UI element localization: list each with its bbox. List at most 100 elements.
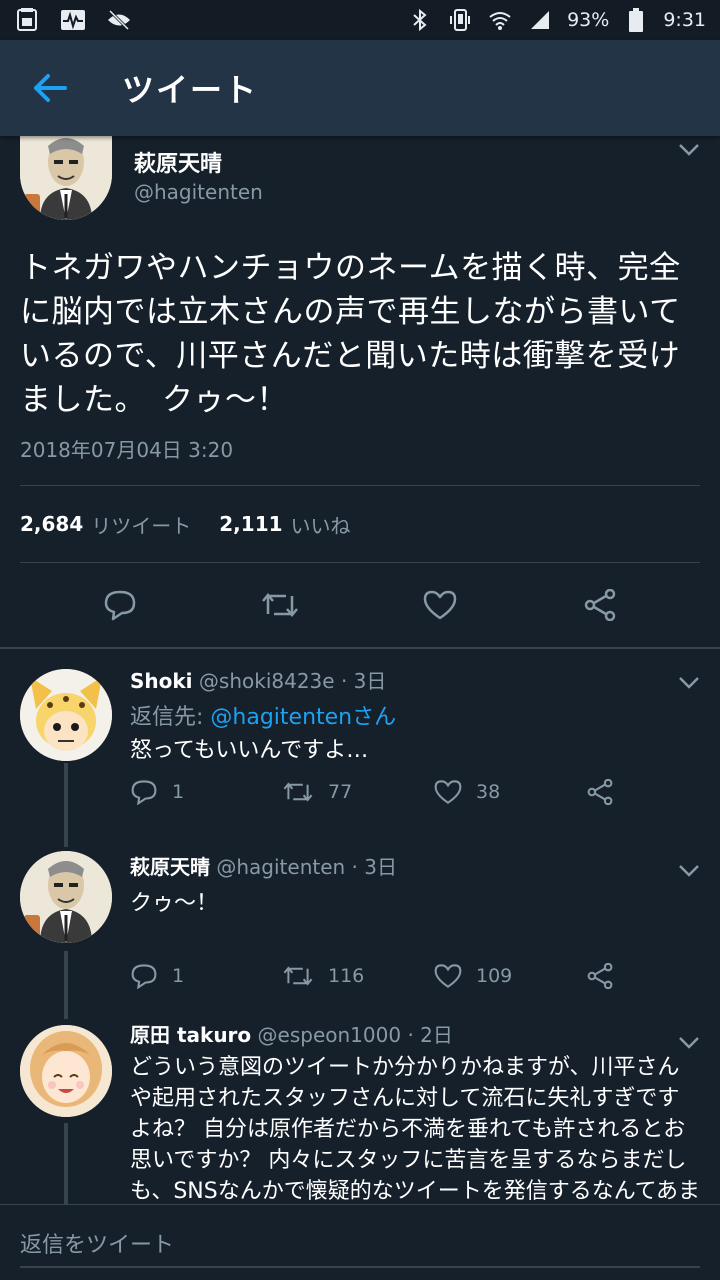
like-button[interactable]: 38 <box>434 779 586 805</box>
signal-icon <box>527 7 553 33</box>
battery-percent: 93% <box>567 9 610 31</box>
retweet-icon <box>262 593 298 617</box>
reply-body: Shoki @shoki8423e · 3日 返信先: @hagitentenさ… <box>130 665 700 766</box>
reply-button[interactable]: 1 <box>130 779 282 805</box>
status-bar: 93% 9:31 <box>0 0 720 40</box>
wifi-icon <box>487 7 513 33</box>
share-button[interactable] <box>586 963 614 989</box>
like-count: 109 <box>476 965 513 987</box>
like-label[interactable]: いいね <box>291 510 351 539</box>
reply-tweet[interactable]: 萩原天晴 @hagitenten · 3日 クゥ～！ 1 116 109 <box>0 835 720 1019</box>
author-handle[interactable]: @shoki8423e <box>199 669 335 693</box>
bluetooth-icon <box>407 7 433 33</box>
retweet-label[interactable]: リツイート <box>91 510 191 539</box>
reply-icon <box>104 590 136 621</box>
tweet-actions <box>20 563 700 647</box>
reply-button[interactable]: 1 <box>130 963 282 989</box>
author-name[interactable]: 原田 takuro <box>130 1023 251 1047</box>
avatar[interactable] <box>20 851 112 943</box>
reply-to-label: 返信先: <box>130 705 211 730</box>
input-underline <box>20 1266 700 1268</box>
thread-line <box>64 951 68 1019</box>
back-button[interactable] <box>0 40 100 136</box>
pulse-icon <box>60 7 86 33</box>
eye-off-icon <box>106 7 132 33</box>
reply-tweet[interactable]: 原田 takuro @espeon1000 · 2日 どういう意図のツイートか分… <box>0 1019 720 1204</box>
like-count[interactable]: 2,111 <box>219 512 282 536</box>
reply-composer[interactable]: 返信をツイート <box>0 1204 720 1280</box>
like-count: 38 <box>476 781 501 803</box>
tweet-detail: 萩原天晴 @hagitenten トネガワやハンチョウのネームを描く時、完全に脳… <box>0 136 720 1204</box>
share-icon <box>584 589 616 621</box>
tweet-text: トネガワやハンチョウのネームを描く時、完全に脳内では立木さんの声で再生しながら書… <box>20 250 681 418</box>
retweet-count[interactable]: 2,684 <box>20 512 83 536</box>
tweet-time: · 3日 <box>340 669 387 693</box>
thread-line <box>64 1123 68 1204</box>
reply-button[interactable] <box>90 575 150 635</box>
reply-icon <box>131 780 157 805</box>
reply-body: 原田 takuro @espeon1000 · 2日 どういう意図のツイートか分… <box>130 1019 700 1204</box>
retweet-count: 116 <box>328 965 365 987</box>
author-name[interactable]: Shoki <box>130 669 193 693</box>
heart-icon <box>434 964 462 988</box>
reply-count: 1 <box>172 965 185 987</box>
chevron-down-icon[interactable] <box>678 142 700 161</box>
reply-header: Shoki @shoki8423e · 3日 <box>130 665 700 694</box>
tweet-text: クゥ～！ <box>130 891 219 916</box>
retweet-button[interactable]: 77 <box>282 780 434 804</box>
like-button[interactable]: 109 <box>434 963 586 989</box>
reply-header: 萩原天晴 @hagitenten · 3日 <box>130 851 700 880</box>
heart-icon <box>434 780 462 804</box>
avatar[interactable] <box>20 669 112 761</box>
reply-icon <box>131 964 157 989</box>
chevron-down-icon[interactable] <box>678 863 700 882</box>
author-handle[interactable]: @hagitenten <box>134 180 263 204</box>
share-icon <box>587 779 613 805</box>
retweet-button[interactable]: 116 <box>282 964 434 988</box>
reply-input-placeholder[interactable]: 返信をツイート <box>20 1227 174 1259</box>
sim-icon <box>14 7 40 33</box>
share-button[interactable] <box>570 575 630 635</box>
reply-tweet[interactable]: Shoki @shoki8423e · 3日 返信先: @hagitentenさ… <box>0 649 720 835</box>
reply-actions: 1 116 109 <box>130 963 680 989</box>
thread-line <box>64 835 68 847</box>
like-button[interactable] <box>410 575 470 635</box>
reply-count: 1 <box>172 781 185 803</box>
main-tweet: 萩原天晴 @hagitenten トネガワやハンチョウのネームを描く時、完全に脳… <box>0 136 720 647</box>
tweet-text: 怒ってもいいんですよ… <box>130 738 369 763</box>
chevron-down-icon[interactable] <box>678 675 700 694</box>
heart-icon <box>423 590 457 620</box>
reply-to-link[interactable]: @hagitentenさん <box>210 705 396 730</box>
author-name[interactable]: 萩原天晴 <box>134 146 222 178</box>
chevron-down-icon[interactable] <box>678 1035 700 1054</box>
tweet-time: · 3日 <box>351 855 397 879</box>
retweet-icon <box>283 966 313 986</box>
retweet-icon <box>283 782 313 802</box>
reply-body: 萩原天晴 @hagitenten · 3日 クゥ～！ <box>130 851 700 919</box>
screen: 93% 9:31 ツイート 萩原天晴 @hagitenten トネガワやハンチョ… <box>0 0 720 1280</box>
retweet-button[interactable] <box>250 575 310 635</box>
retweet-count: 77 <box>328 781 353 803</box>
avatar[interactable] <box>20 136 112 220</box>
app-bar: ツイート <box>0 40 720 136</box>
avatar[interactable] <box>20 1025 112 1117</box>
clock: 9:31 <box>663 9 706 31</box>
tweet-date: 2018年07月04日 3:20 <box>20 438 234 462</box>
reply-to: 返信先: @hagitentenさん <box>130 702 700 733</box>
reply-header: 原田 takuro @espeon1000 · 2日 <box>130 1019 700 1048</box>
tweet-text: どういう意図のツイートか分かりかねますが、川平さんや起用されたスタッフさんに対し… <box>130 1055 700 1204</box>
author-handle[interactable]: @hagitenten <box>216 855 345 879</box>
share-icon <box>587 963 613 989</box>
tweet-time: · 2日 <box>407 1023 453 1047</box>
battery-icon <box>623 7 649 33</box>
tweet-stats: 2,684 リツイート 2,111 いいね <box>20 486 700 562</box>
author-handle[interactable]: @espeon1000 <box>258 1023 402 1047</box>
vibrate-icon <box>447 7 473 33</box>
thread-line <box>64 763 68 835</box>
share-button[interactable] <box>586 779 614 805</box>
main-tweet-header: 萩原天晴 @hagitenten <box>20 136 700 228</box>
author-name[interactable]: 萩原天晴 <box>130 855 210 879</box>
reply-actions: 1 77 38 <box>130 779 680 805</box>
page-title: ツイート <box>122 71 259 109</box>
arrow-left-icon <box>34 74 67 102</box>
